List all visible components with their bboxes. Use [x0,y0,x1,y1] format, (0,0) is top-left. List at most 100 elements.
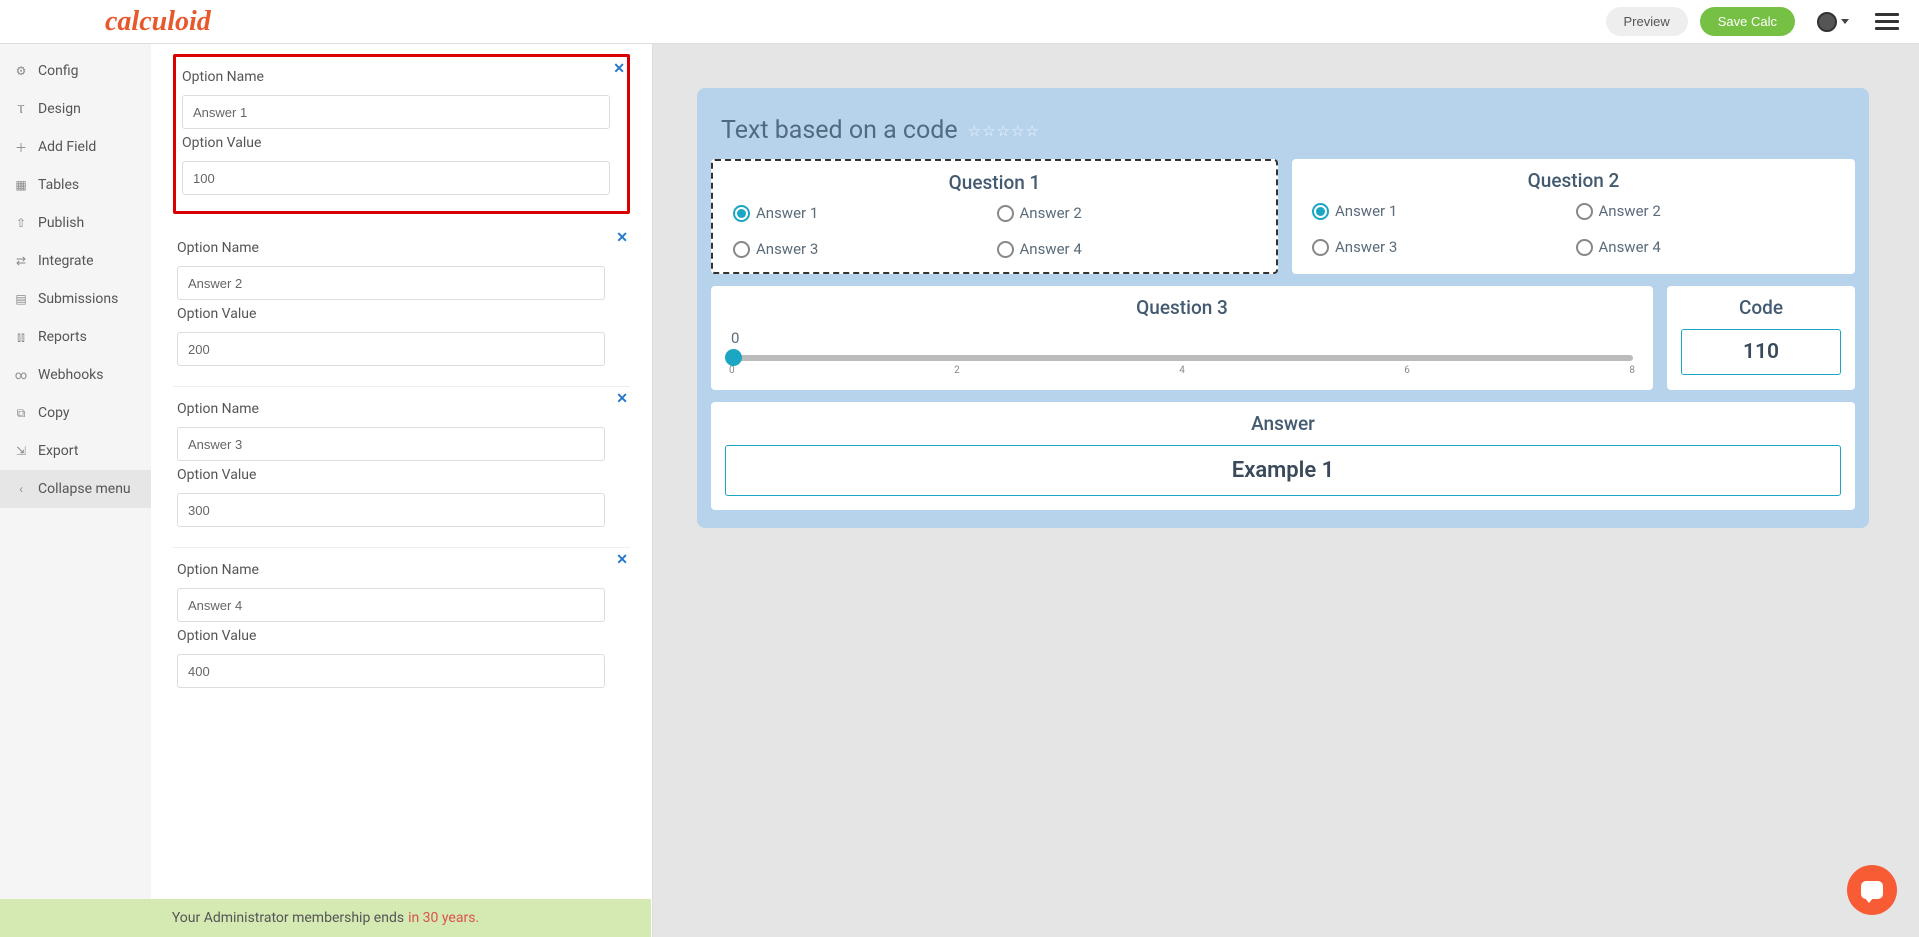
preview-button[interactable]: Preview [1606,7,1688,36]
sidebar-item-label: Reports [38,329,87,345]
radio-label: Answer 1 [1335,202,1397,220]
option-block-4: ✕ Option Name Option Value [173,548,630,708]
option-value-input[interactable] [177,654,605,688]
save-calc-button[interactable]: Save Calc [1700,7,1795,36]
submissions-icon: ▤ [14,292,28,306]
user-menu[interactable] [1817,12,1849,32]
sidebar-item-webhooks[interactable]: ∞ Webhooks [0,356,151,394]
sidebar-item-tables[interactable]: ▦Tables [0,166,151,204]
option-name-label: Option Name [182,69,621,85]
sidebar-item-add-field[interactable]: ＋ Add Field [0,128,151,166]
radio-label: Answer 2 [1599,202,1661,220]
integrate-icon: ⇄ [14,254,28,268]
remove-option-button[interactable]: ✕ [616,391,628,407]
calculator-title-text: Text based on a code [721,116,958,145]
panel-title: Code [1681,296,1841,319]
plus-icon: ＋ [14,140,28,154]
sidebar-item-label: Integrate [38,253,94,269]
radio-option[interactable]: Answer 1 [733,204,993,222]
radio-icon [1312,203,1329,220]
logo: calculoid [105,6,211,38]
radio-option[interactable]: Answer 4 [997,240,1257,258]
sidebar-item-design[interactable]: Ⲧ Design [0,90,151,128]
radio-option[interactable]: Answer 3 [1312,238,1572,256]
header-actions: Preview Save Calc [1606,7,1900,36]
chat-support-button[interactable] [1847,865,1897,915]
chat-icon [1861,881,1883,899]
option-value-input[interactable] [177,493,605,527]
code-value: 110 [1681,329,1841,375]
option-value-label: Option Value [177,306,626,322]
sidebar-item-label: Add Field [38,139,96,155]
slider-track[interactable] [731,355,1633,361]
option-name-input[interactable] [177,427,605,461]
radio-label: Answer 4 [1599,238,1661,256]
sidebar-item-reports[interactable]: ⫾⫾Reports [0,318,151,356]
question-3-panel[interactable]: Question 3 0 0 2 4 6 8 [711,286,1653,390]
slider-thumb[interactable] [725,349,742,366]
webhooks-icon: ∞ [14,368,28,382]
sidebar-item-config[interactable]: ⚙Config [0,52,151,90]
sidebar-item-copy[interactable]: ⧉ Copy [0,394,151,432]
option-name-input[interactable] [177,588,605,622]
slider-tick: 8 [1629,365,1635,376]
sidebar-item-label: Copy [38,405,70,421]
question-1-panel[interactable]: Question 1 Answer 1 Answer 2 Answer 3 An… [711,159,1278,274]
code-panel[interactable]: Code 110 [1667,286,1855,390]
radio-label: Answer 3 [1335,238,1397,256]
option-value-label: Option Value [177,467,626,483]
remove-option-button[interactable]: ✕ [616,552,628,568]
radio-option[interactable]: Answer 2 [1576,202,1836,220]
sidebar-item-label: Export [38,443,78,459]
option-name-input[interactable] [182,95,610,129]
sidebar-item-label: Collapse menu [38,481,131,497]
sidebar-item-integrate[interactable]: ⇄ Integrate [0,242,151,280]
star-icon: ☆ [968,122,981,140]
answer-panel[interactable]: Answer Example 1 [711,402,1855,510]
answer-value: Example 1 [725,445,1841,496]
radio-option[interactable]: Answer 1 [1312,202,1572,220]
radio-icon [1312,239,1329,256]
slider-value: 0 [725,329,1639,347]
sidebar-collapse[interactable]: ‹ Collapse menu [0,470,151,508]
radio-option[interactable]: Answer 3 [733,240,993,258]
sidebar-item-label: Webhooks [38,367,104,383]
option-name-input[interactable] [177,266,605,300]
panel-title: Question 1 [727,171,1262,194]
panel-title: Answer [725,412,1841,435]
radio-icon [1576,203,1593,220]
sidebar-item-label: Submissions [38,291,118,307]
sidebar-item-label: Design [38,101,81,117]
rating-stars[interactable]: ☆ ☆ ☆ ☆ ☆ [968,122,1039,140]
sidebar-item-export[interactable]: ⇲Export [0,432,151,470]
option-value-label: Option Value [177,628,626,644]
option-value-input[interactable] [182,161,610,195]
radio-label: Answer 1 [756,204,818,222]
design-icon: Ⲧ [14,102,28,116]
remove-option-button[interactable]: ✕ [616,230,628,246]
sidebar-item-submissions[interactable]: ▤ Submissions [0,280,151,318]
calculator-card: Text based on a code ☆ ☆ ☆ ☆ ☆ Question … [697,88,1869,528]
preview-panel: Text based on a code ☆ ☆ ☆ ☆ ☆ Question … [653,44,1919,937]
star-icon: ☆ [982,122,995,140]
star-icon: ☆ [1025,122,1038,140]
chevron-left-icon: ‹ [14,482,28,496]
publish-icon: ⇧ [14,216,28,230]
option-block-3: ✕ Option Name Option Value [173,387,630,548]
membership-notice: Your Administrator membership ends in 30… [0,899,651,937]
star-icon: ☆ [1011,122,1024,140]
radio-option[interactable]: Answer 4 [1576,238,1836,256]
slider-tick: 4 [1179,365,1185,376]
hamburger-menu[interactable] [1875,13,1899,30]
option-value-input[interactable] [177,332,605,366]
radio-option[interactable]: Answer 2 [997,204,1257,222]
radio-icon [997,205,1014,222]
sidebar-item-publish[interactable]: ⇧Publish [0,204,151,242]
remove-option-button[interactable]: ✕ [613,61,625,77]
question-2-panel[interactable]: Question 2 Answer 1 Answer 2 Answer 3 An… [1292,159,1855,274]
copy-icon: ⧉ [14,406,28,420]
notice-text: Your Administrator membership ends [172,910,404,926]
star-icon: ☆ [997,122,1010,140]
slider-tick: 2 [954,365,960,376]
option-block-2: ✕ Option Name Option Value [173,226,630,387]
